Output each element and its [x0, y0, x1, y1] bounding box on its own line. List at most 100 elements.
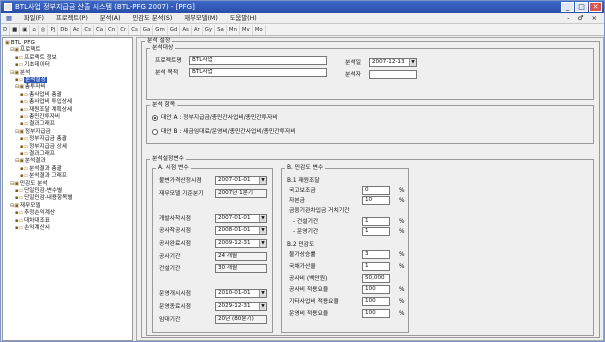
sensitivity-var-input[interactable]: 100 — [362, 309, 390, 318]
toolbar-button-6[interactable]: Db — [58, 25, 71, 35]
menu-file[interactable]: 파일(F) — [19, 13, 49, 24]
tree-item[interactable]: ▪▭정부지급금 상세 — [20, 144, 67, 151]
sensitivity-var-input[interactable]: 0 — [362, 186, 390, 195]
tree-item[interactable]: ▪▭ 분석설정 — [15, 77, 47, 84]
chevron-down-icon[interactable]: ▼ — [259, 214, 266, 222]
sensitivity-var-input[interactable]: 100 — [362, 285, 390, 295]
toolbar-button-10[interactable]: Cn — [106, 25, 119, 35]
option-b-radio[interactable] — [152, 129, 158, 135]
sensitivity-var-input[interactable]: 1 — [362, 226, 390, 236]
tree-item[interactable]: ▪▭손익계산서 — [15, 225, 50, 232]
option-a-radio[interactable] — [152, 115, 158, 121]
tree-item[interactable]: ⊟▣분석 — [10, 70, 30, 77]
tree-item-label: 분석결과 총괄 — [29, 165, 62, 172]
toolbar-button-13[interactable]: Ga — [141, 25, 154, 35]
sensitivity-var-input[interactable]: 10 — [362, 196, 390, 206]
project-name-field[interactable]: BTL사업 — [189, 56, 327, 65]
tree-item-label: 분석결과 — [24, 158, 46, 165]
tree-item[interactable]: ▪▭단일민감-변수별 — [15, 188, 62, 195]
toolbar-button-1[interactable]: ■ — [10, 25, 21, 35]
close-button[interactable]: ✕ — [589, 2, 602, 12]
tree-item[interactable]: ⊟▣프로젝트 — [10, 47, 41, 54]
time-var-label: 운영개시시점 — [159, 291, 191, 298]
menu-financial-model[interactable]: 재무모델(M) — [179, 13, 223, 24]
tree-item[interactable]: ▪▭재원조달 계획상세 — [20, 107, 72, 114]
folder-icon: ▪▭ — [20, 151, 29, 157]
toolbar-button-4[interactable]: ◎ — [39, 25, 49, 35]
tree-item[interactable]: ▪▭분석결과 총괄 — [20, 166, 62, 173]
analysis-purpose-label: 분석 목적 — [155, 70, 179, 76]
sensitivity-var-input[interactable]: 3 — [362, 250, 390, 259]
option-a-label[interactable]: 대안 A : 정부지급금/총민간사업비/총민간투자비 — [161, 114, 278, 122]
chevron-down-icon[interactable]: ▼ — [409, 59, 416, 66]
toolbar-button-0[interactable]: D — [1, 25, 11, 35]
tree-item[interactable]: ⊟▣총투자비 — [15, 84, 46, 91]
chevron-down-icon[interactable]: ▼ — [259, 240, 266, 247]
toolbar-button-5[interactable]: Pj — [48, 25, 59, 35]
toolbar-button-2[interactable]: ▣ — [20, 25, 31, 35]
tree-item[interactable]: ▪▭총민간투자비 — [20, 114, 60, 121]
toolbar-button-7[interactable]: Ac — [71, 25, 83, 35]
tree-item[interactable]: ⊟▣재무모델 — [10, 203, 41, 210]
tree-item[interactable]: ▪▭결과그래프 — [20, 151, 55, 158]
tree-item[interactable]: ▪▭추정손익계산 — [15, 210, 55, 217]
toolbar-button-11[interactable]: Cr — [118, 25, 130, 35]
sensitivity-var-input[interactable]: 100 — [362, 297, 390, 307]
time-var-date-picker[interactable]: 2029-12-31 ▼ — [215, 302, 267, 311]
toolbar-button-22[interactable]: Mo — [253, 25, 266, 35]
toolbar-button-21[interactable]: Mv — [240, 25, 253, 35]
sensitivity-var-input[interactable]: 1 — [362, 261, 390, 271]
chevron-down-icon[interactable]: ▼ — [259, 177, 266, 184]
option-b-label[interactable]: 대안 B : 새금임대료/운영비/총민간사업비/총민간투자비 — [161, 128, 296, 136]
toolbar-button-3[interactable]: ⌂ — [30, 25, 39, 35]
analysis-date-picker[interactable]: 2007-12-13 ▼ — [369, 58, 417, 67]
toolbar-button-16[interactable]: As — [180, 25, 192, 35]
folder-icon: ▣ — [5, 40, 10, 46]
maximize-button[interactable]: □ — [575, 2, 588, 12]
chevron-down-icon[interactable]: ▼ — [259, 227, 266, 235]
menu-analysis[interactable]: 분석(A) — [95, 13, 126, 24]
toolbar-button-19[interactable]: Sa — [215, 25, 227, 35]
toolbar-button-18[interactable]: Gy — [203, 25, 216, 35]
tree-item[interactable]: ▪▭결과그래프 — [20, 121, 55, 128]
menu-sensitivity[interactable]: 민감도 분석(S) — [127, 13, 177, 24]
tree-item[interactable]: ▪▭대차대조표 — [15, 218, 50, 225]
toolbar-button-20[interactable]: Mn — [227, 25, 240, 35]
sensitivity-var-label: 공사비 적용요율 — [289, 287, 329, 294]
tree-item[interactable]: ▪▭분석결과 그래프 — [20, 173, 67, 180]
analyst-field[interactable] — [369, 70, 417, 79]
tree-item[interactable]: ▪▭단일민감-내용항목별 — [15, 195, 72, 202]
toolbar-button-12[interactable]: Cs — [129, 25, 141, 35]
tree-item[interactable]: ⊟▣민감도 분석 — [10, 181, 47, 188]
tree-item[interactable]: ⊟▣분석결과 — [15, 158, 46, 165]
tree-item[interactable]: ▪▭프로젝트 정보 — [15, 55, 57, 62]
time-var-date-picker[interactable]: 2007-01-01 ▼ — [215, 213, 267, 223]
toolbar-button-8[interactable]: Cs — [82, 25, 94, 35]
time-var-date-picker[interactable]: 2009-12-31 ▼ — [215, 239, 267, 248]
toolbar-button-9[interactable]: Ca — [94, 25, 107, 35]
time-var-date-picker[interactable]: 2008-01-01 ▼ — [215, 226, 267, 236]
toolbar-button-15[interactable]: Gd — [168, 25, 181, 35]
minimize-button[interactable]: _ — [561, 2, 574, 12]
tree-item[interactable]: ▪▭정부지급금 총괄 — [20, 136, 67, 143]
toolbar-button-17[interactable]: Ar — [192, 25, 203, 35]
folder-icon: ▪▭ — [20, 114, 29, 120]
sensitivity-var-input[interactable]: 1 — [362, 216, 390, 226]
tree-item[interactable]: ▪▭총사업비 투입상세 — [20, 99, 72, 106]
time-var-date-picker[interactable]: 2007-01-01 ▼ — [215, 176, 267, 185]
menu-help[interactable]: 도움말(H) — [225, 13, 262, 24]
time-var-date-picker[interactable]: 2010-01-01 ▼ — [215, 289, 267, 299]
analysis-purpose-field[interactable]: BTL사업 — [189, 68, 327, 77]
tree-item[interactable]: ▪▭총사업비 총괄 — [20, 92, 62, 99]
chevron-down-icon[interactable]: ▼ — [259, 290, 266, 298]
menu-project[interactable]: 프로젝트(P) — [51, 13, 93, 24]
sensitivity-var-input[interactable]: 50,000 — [362, 273, 390, 283]
tree-item[interactable]: ⊟▣정부지급금 — [15, 129, 51, 136]
chevron-down-icon[interactable]: ▼ — [259, 303, 266, 310]
sensitivity-var-label: 운영비 적용요율 — [289, 311, 329, 317]
tree-item[interactable]: ▪▭기초데이터 — [15, 62, 50, 69]
mdi-controls[interactable]: - ♂ × — [567, 13, 600, 24]
doc-icon[interactable]: ▦ — [1, 13, 17, 24]
toolbar-button-14[interactable]: Gm — [153, 25, 168, 35]
tree-item[interactable]: ▣BTL_PFG — [5, 40, 35, 47]
